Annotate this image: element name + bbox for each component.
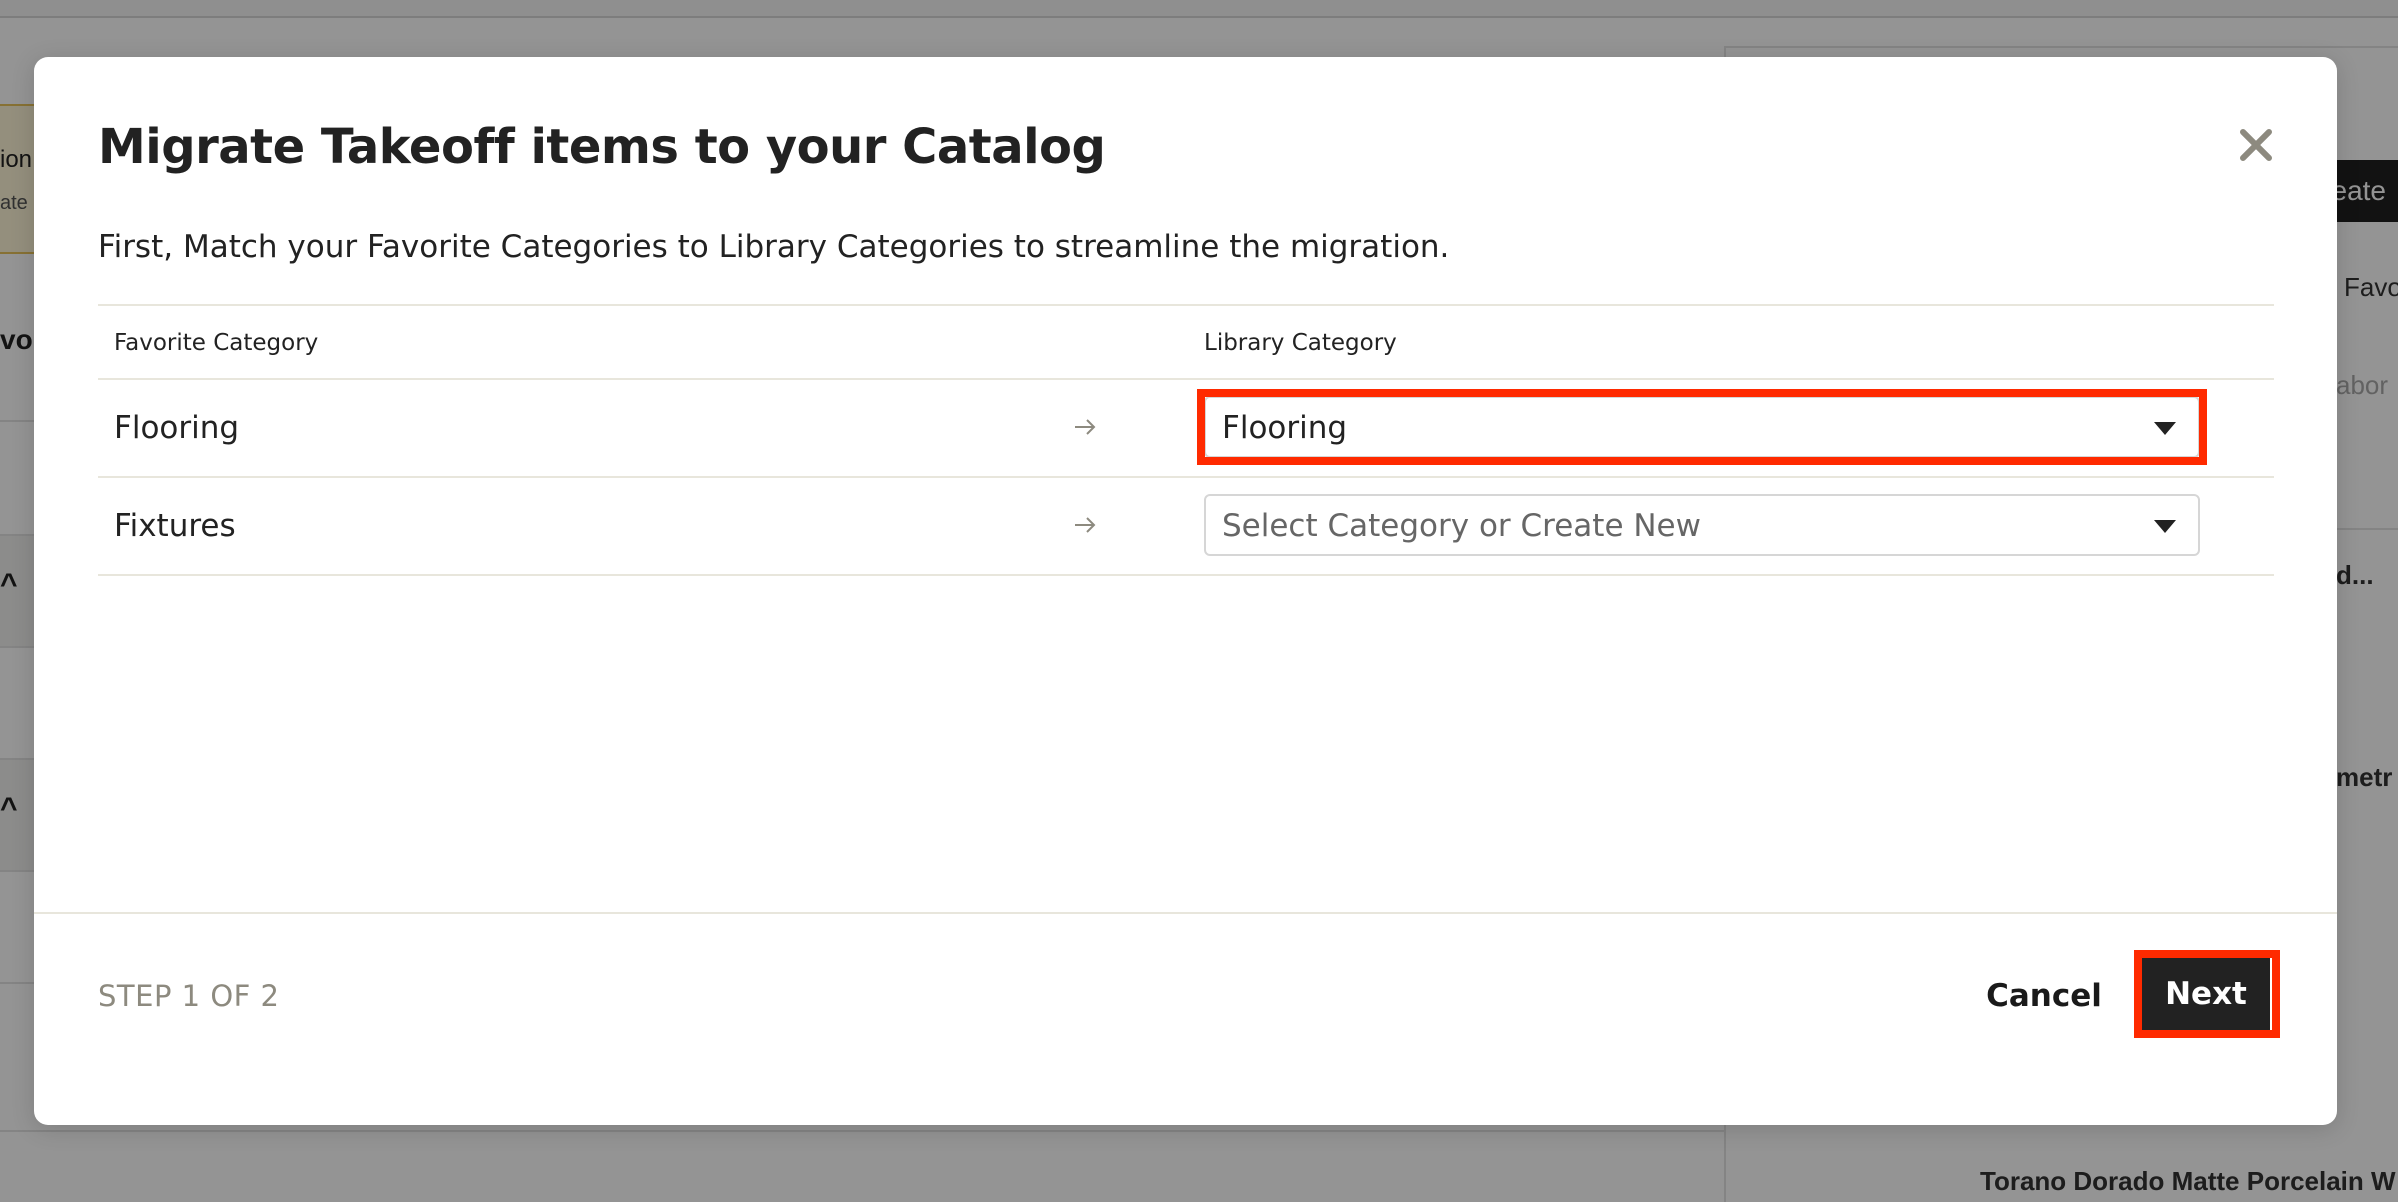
library-category-select[interactable]: Flooring bbox=[1204, 396, 2200, 458]
table-header-row: Favorite Category Library Category bbox=[98, 304, 2274, 380]
arrow-right-icon bbox=[1072, 508, 1098, 542]
next-button[interactable]: Next bbox=[2142, 957, 2270, 1031]
migrate-takeoff-modal: Migrate Takeoff items to your Catalog Fi… bbox=[34, 57, 2337, 1125]
favorite-category-name: Flooring bbox=[114, 410, 240, 446]
library-category-placeholder: Select Category or Create New bbox=[1222, 508, 1701, 544]
header-favorite-category: Favorite Category bbox=[114, 330, 319, 356]
modal-description: First, Match your Favorite Categories to… bbox=[98, 229, 1450, 265]
step-indicator: STEP 1 OF 2 bbox=[98, 979, 280, 1013]
modal-title: Migrate Takeoff items to your Catalog bbox=[98, 119, 1106, 175]
library-category-value: Flooring bbox=[1222, 410, 1348, 446]
favorite-category-name: Fixtures bbox=[114, 508, 236, 544]
footer-divider bbox=[34, 912, 2337, 914]
cancel-button[interactable]: Cancel bbox=[1974, 963, 2114, 1029]
category-mapping-table: Favorite Category Library Category Floor… bbox=[98, 304, 2274, 576]
arrow-right-icon bbox=[1072, 410, 1098, 444]
caret-down-icon bbox=[2154, 520, 2176, 534]
library-category-select[interactable]: Select Category or Create New bbox=[1204, 494, 2200, 556]
table-row: Flooring Flooring bbox=[98, 380, 2274, 478]
table-row: Fixtures Select Category or Create New bbox=[98, 478, 2274, 576]
caret-down-icon bbox=[2154, 422, 2176, 436]
close-icon bbox=[2230, 129, 2282, 175]
close-button[interactable] bbox=[2230, 119, 2282, 171]
header-library-category: Library Category bbox=[1204, 330, 1397, 356]
